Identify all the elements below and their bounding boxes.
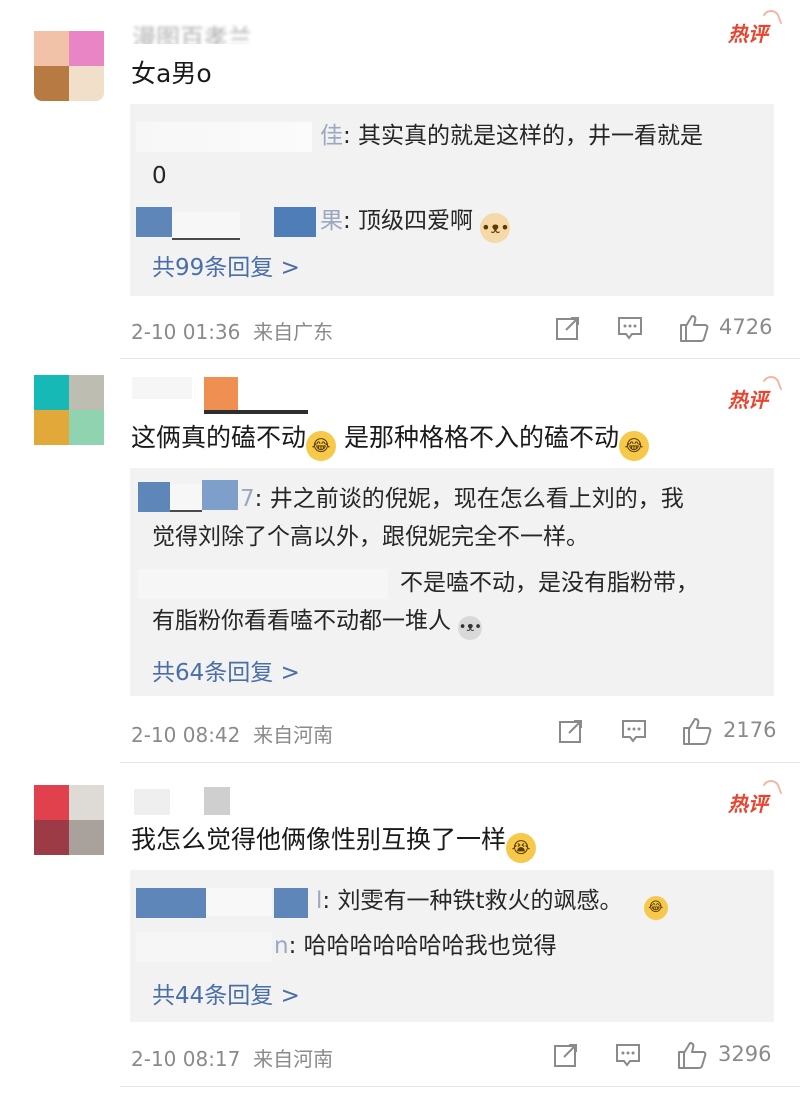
reply-line: n: 哈哈哈哈哈哈哈我也觉得 [274,933,557,959]
reply-line-cont: 觉得刘除了个高以外，跟倪妮完全不一样。 [152,524,589,550]
comment-icon[interactable] [620,717,648,745]
reply-line-cont: 有脂粉你看看嗑不动都一堆人 •ᴥ• [152,604,756,640]
comment-meta: 2-10 08:42 来自河南 [131,723,334,747]
comment-text: 我怎么觉得他俩像性别互换了一样 😭 [131,822,537,863]
blurred-username [274,888,308,918]
view-replies-link[interactable]: 共99条回复 > [152,248,300,282]
blurred-username [138,569,388,599]
blurred-username [136,888,206,918]
avatar[interactable] [34,785,104,855]
view-replies-link[interactable]: 共44条回复 > [152,976,300,1010]
laugh-cry-emoji-icon: 😂 [643,896,668,920]
like-icon[interactable] [678,312,710,344]
reply-box[interactable]: l: 刘雯有一种铁t救火的飒感。 😂 n: 哈哈哈哈哈哈哈我也觉得 共44条回复… [130,870,774,1022]
comment-meta: 2-10 01:36 来自广东 [131,320,334,344]
blurred-username [136,207,172,237]
reply-line: 佳: 其实真的就是这样的，井一看就是 [320,123,704,149]
avatar[interactable] [34,375,104,445]
username[interactable] [132,787,252,815]
laugh-cry-emoji-icon: 😂 [306,431,337,461]
reply-line: l: 刘雯有一种铁t救火的飒感。 😂 [316,884,756,920]
like-count: 4726 [719,315,773,339]
comment-text: 这俩真的磕不动 😂 是那种格格不入的磕不动 😂 [131,420,649,461]
username[interactable] [132,377,312,414]
hot-comment-badge: 热评 [728,788,768,817]
crying-emoji-icon: 😭 [506,833,537,863]
like-count: 3296 [718,1042,772,1066]
username[interactable]: 漫图百孝兰 [132,18,272,44]
blurred-username [138,482,170,512]
blurred-username [136,122,312,152]
hot-comment-badge: 热评 [728,18,768,47]
blurred-username [206,888,272,916]
reply-line-cont: 0 [152,163,167,189]
comment-icon[interactable] [614,1041,642,1069]
like-icon[interactable] [681,715,713,747]
reply-line: 果: 顶级四爱啊 •ᴥ• [320,204,756,243]
blurred-username [172,212,240,240]
divider [120,358,800,359]
blurred-username [202,480,238,510]
laugh-cry-emoji-icon: 😂 [618,431,649,461]
share-icon[interactable] [552,1041,580,1069]
like-icon[interactable] [676,1039,708,1071]
hot-comment-badge: 热评 [728,384,768,413]
blurred-username [274,207,316,237]
comment-meta: 2-10 08:17 来自河南 [131,1047,334,1071]
share-icon[interactable] [554,314,582,342]
avatar[interactable] [34,31,104,101]
husky-emoji-icon: •ᴥ• [458,616,483,640]
divider [120,762,800,763]
blurred-username [136,932,272,962]
reply-line: 不是嗑不动，是没有脂粉带， [400,570,699,596]
reply-box[interactable]: 佳: 其实真的就是这样的，井一看就是 0 果: 顶级四爱啊 •ᴥ• 共99条回复… [130,104,774,296]
share-icon[interactable] [557,717,585,745]
view-replies-link[interactable]: 共64条回复 > [152,653,300,687]
reply-box[interactable]: 7: 井之前谈的倪妮，现在怎么看上刘的，我 觉得刘除了个高以外，跟倪妮完全不一样… [130,468,774,696]
divider [120,1086,800,1087]
blurred-username [170,484,202,512]
reply-line: 7: 井之前谈的倪妮，现在怎么看上刘的，我 [240,486,684,512]
comment-icon[interactable] [616,314,644,342]
comment-text: 女a男o [131,59,212,88]
doge-emoji-icon: •ᴥ• [480,213,511,243]
like-count: 2176 [723,718,777,742]
